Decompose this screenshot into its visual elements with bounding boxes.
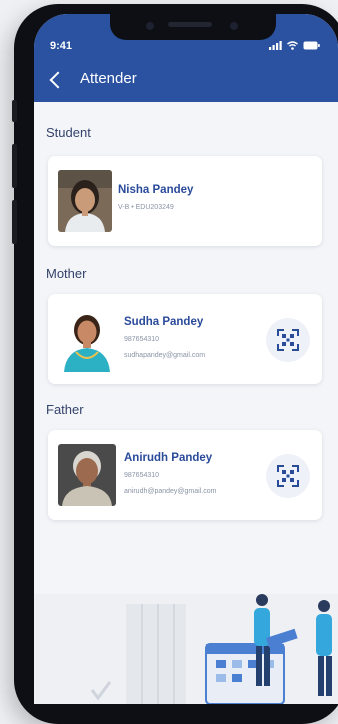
father-email: anirudh@pandey@gmail.com [124,488,217,495]
back-arrow-icon[interactable] [49,71,67,89]
mother-phone: 987654310 [124,336,160,343]
qr-code-icon [277,329,299,351]
mother-avatar [58,306,116,372]
volume-down-button [12,200,17,244]
signal-icon [269,41,282,50]
mother-card[interactable]: Sudha Pandey 987654310 sudhapandey@gmail… [48,294,322,384]
status-time: 9:41 [50,40,73,52]
mother-name: Sudha Pandey [124,316,204,328]
qr-code-icon [277,465,299,487]
sensor-dot [230,22,238,30]
notch [110,14,276,40]
page-title: Attender [80,70,137,87]
section-title-father: Father [46,402,84,417]
status-icons [269,41,320,50]
father-phone: 987654310 [124,472,160,479]
student-card[interactable]: Nisha Pandey V-B • EDU203249 [48,156,322,246]
app-bar: 9:41 Attender [34,14,338,102]
section-title-student: Student [46,125,91,140]
mother-email: sudhapandey@gmail.com [124,352,206,359]
attendance-illustration [34,594,338,704]
speaker [168,22,212,27]
section-title-mother: Mother [46,266,87,281]
student-name: Nisha Pandey [118,184,194,196]
student-detail: V-B • EDU203249 [118,204,174,211]
father-avatar [58,444,116,506]
student-avatar [58,170,112,232]
father-qr-button[interactable] [266,454,310,498]
father-card[interactable]: Anirudh Pandey 987654310 anirudh@pandey@… [48,430,322,520]
father-name: Anirudh Pandey [124,452,213,464]
app-screen: 9:41 Attender Student Nisha Pandey V-B •… [34,14,338,704]
wifi-icon [287,41,298,50]
camera-dot [146,22,154,30]
mother-qr-button[interactable] [266,318,310,362]
mute-switch [12,100,17,122]
volume-up-button [12,144,17,188]
battery-icon [303,41,320,50]
